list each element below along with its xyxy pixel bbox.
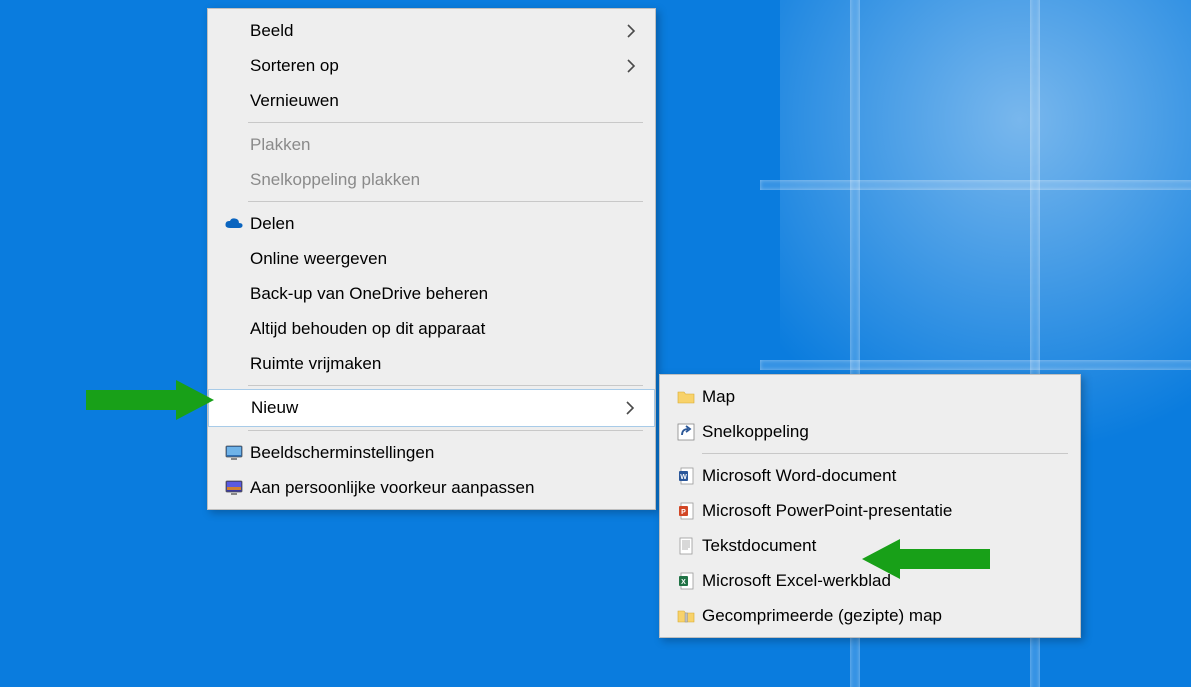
personalize-icon	[222, 478, 246, 498]
menu-item-label: Back-up van OneDrive beheren	[246, 284, 641, 304]
menu-item-free-space[interactable]: Ruimte vrijmaken	[208, 346, 655, 381]
menu-item-manage-backup[interactable]: Back-up van OneDrive beheren	[208, 276, 655, 311]
menu-item-paste: Plakken	[208, 127, 655, 162]
menu-item-label: Microsoft Word-document	[698, 466, 1066, 486]
menu-item-label: Tekstdocument	[698, 536, 1066, 556]
menu-item-label: Plakken	[246, 135, 641, 155]
menu-item-paste-shortcut: Snelkoppeling plakken	[208, 162, 655, 197]
menu-separator	[702, 453, 1068, 454]
menu-item-personalize[interactable]: Aan persoonlijke voorkeur aanpassen	[208, 470, 655, 505]
menu-item-new[interactable]: Nieuw	[208, 389, 655, 427]
menu-item-label: Nieuw	[247, 398, 620, 418]
menu-item-label: Microsoft Excel-werkblad	[698, 571, 1066, 591]
monitor-icon	[222, 443, 246, 463]
menu-item-label: Map	[698, 387, 1066, 407]
no-icon	[222, 21, 246, 41]
menu-item-label: Sorteren op	[246, 56, 621, 76]
powerpoint-icon: P	[674, 501, 698, 521]
zip-folder-icon	[674, 606, 698, 626]
menu-item-label: Vernieuwen	[246, 91, 641, 111]
menu-item-share[interactable]: Delen	[208, 206, 655, 241]
new-submenu: Map Snelkoppeling W Microsoft Word-docum…	[659, 374, 1081, 638]
menu-item-label: Beeld	[246, 21, 621, 41]
wallpaper-beam	[760, 360, 1191, 370]
menu-item-refresh[interactable]: Vernieuwen	[208, 83, 655, 118]
no-icon	[222, 284, 246, 304]
excel-icon: X	[674, 571, 698, 591]
submenu-item-folder[interactable]: Map	[660, 379, 1080, 414]
submenu-arrow-icon	[621, 59, 641, 73]
submenu-item-zip[interactable]: Gecomprimeerde (gezipte) map	[660, 598, 1080, 633]
folder-icon	[674, 387, 698, 407]
no-icon	[222, 56, 246, 76]
menu-item-label: Aan persoonlijke voorkeur aanpassen	[246, 478, 641, 498]
menu-item-view-online[interactable]: Online weergeven	[208, 241, 655, 276]
menu-item-label: Delen	[246, 214, 641, 234]
menu-item-label: Snelkoppeling plakken	[246, 170, 641, 190]
shortcut-icon	[674, 422, 698, 442]
submenu-item-excel[interactable]: X Microsoft Excel-werkblad	[660, 563, 1080, 598]
menu-item-label: Ruimte vrijmaken	[246, 354, 641, 374]
no-icon	[222, 91, 246, 111]
submenu-item-shortcut[interactable]: Snelkoppeling	[660, 414, 1080, 449]
menu-item-label: Snelkoppeling	[698, 422, 1066, 442]
wallpaper-beam	[760, 180, 1191, 190]
desktop-context-menu: Beeld Sorteren op Vernieuwen Plakken Sne…	[207, 8, 656, 510]
menu-item-label: Microsoft PowerPoint-presentatie	[698, 501, 1066, 521]
no-icon	[222, 135, 246, 155]
menu-item-label: Gecomprimeerde (gezipte) map	[698, 606, 1066, 626]
menu-separator	[248, 385, 643, 386]
no-icon	[222, 354, 246, 374]
menu-item-view[interactable]: Beeld	[208, 13, 655, 48]
menu-item-sort[interactable]: Sorteren op	[208, 48, 655, 83]
no-icon	[222, 249, 246, 269]
menu-separator	[248, 201, 643, 202]
submenu-arrow-icon	[620, 401, 640, 415]
text-file-icon	[674, 536, 698, 556]
submenu-item-word[interactable]: W Microsoft Word-document	[660, 458, 1080, 493]
no-icon	[222, 170, 246, 190]
svg-text:W: W	[680, 474, 687, 481]
svg-text:P: P	[681, 509, 686, 516]
menu-separator	[248, 122, 643, 123]
submenu-item-text[interactable]: Tekstdocument	[660, 528, 1080, 563]
no-icon	[223, 398, 247, 418]
no-icon	[222, 319, 246, 339]
menu-separator	[248, 430, 643, 431]
menu-item-label: Beeldscherminstellingen	[246, 443, 641, 463]
onedrive-icon	[222, 214, 246, 234]
menu-item-display-settings[interactable]: Beeldscherminstellingen	[208, 435, 655, 470]
menu-item-label: Altijd behouden op dit apparaat	[246, 319, 641, 339]
menu-item-label: Online weergeven	[246, 249, 641, 269]
menu-item-always-keep[interactable]: Altijd behouden op dit apparaat	[208, 311, 655, 346]
svg-text:X: X	[681, 579, 686, 586]
word-icon: W	[674, 466, 698, 486]
annotation-arrow-left	[86, 380, 216, 420]
submenu-item-powerpoint[interactable]: P Microsoft PowerPoint-presentatie	[660, 493, 1080, 528]
desktop-background[interactable]: Beeld Sorteren op Vernieuwen Plakken Sne…	[0, 0, 1191, 687]
submenu-arrow-icon	[621, 24, 641, 38]
